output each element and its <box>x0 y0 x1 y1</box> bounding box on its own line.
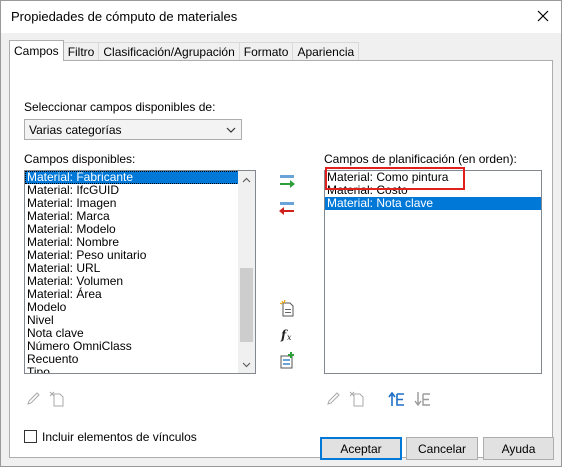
close-icon <box>537 10 549 22</box>
delete-parameter-icon <box>349 391 364 407</box>
dialog-body: Campos Filtro Clasificación/Agrupación F… <box>1 33 561 466</box>
chevron-down-icon <box>242 362 251 367</box>
tab-bar: Campos Filtro Clasificación/Agrupación F… <box>9 40 360 61</box>
move-down-icon <box>414 392 430 407</box>
list-item[interactable]: Recuento <box>25 353 255 366</box>
delete-scheduled-parameter-button[interactable] <box>347 389 367 409</box>
pencil-icon <box>27 392 40 405</box>
category-value: Varias categorías <box>29 123 122 137</box>
combine-parameters-icon <box>280 351 294 368</box>
remove-arrow-icon <box>279 202 294 215</box>
fields-panel: Seleccionar campos disponibles de: Varia… <box>9 60 553 458</box>
tab-filtro[interactable]: Filtro <box>62 42 100 61</box>
accept-button[interactable]: Aceptar <box>320 437 402 460</box>
scroll-thumb[interactable] <box>240 268 253 342</box>
move-up-button[interactable] <box>387 389 407 409</box>
combine-parameters-button[interactable] <box>277 350 297 370</box>
select-fields-label: Seleccionar campos disponibles de: <box>24 100 216 114</box>
chevron-up-icon <box>242 177 251 182</box>
include-links-label: Incluir elementos de vínculos <box>42 430 197 444</box>
delete-parameter-icon <box>49 391 64 407</box>
tab-clasificacion[interactable]: Clasificación/Agrupación <box>98 42 240 61</box>
chevron-down-icon <box>226 127 236 133</box>
vertical-scrollbar[interactable] <box>238 171 255 373</box>
scheduled-fields-list[interactable]: Material: Como pintura Material: Costo M… <box>324 170 542 374</box>
add-field-button[interactable] <box>277 171 297 191</box>
available-fields-label: Campos disponibles: <box>24 152 136 166</box>
edit-parameter-button[interactable] <box>23 389 43 409</box>
edit-scheduled-parameter-button[interactable] <box>323 389 343 409</box>
include-links-checkbox[interactable] <box>24 430 37 443</box>
dialog-title: Propiedades de cómputo de materiales <box>11 9 238 24</box>
list-item[interactable]: Tipo <box>25 366 255 374</box>
move-up-icon <box>388 391 404 406</box>
help-button[interactable]: Ayuda <box>483 437 554 460</box>
list-item[interactable]: Material: Nota clave <box>325 197 541 210</box>
cancel-button[interactable]: Cancelar <box>406 437 478 460</box>
tab-formato[interactable]: Formato <box>238 42 294 61</box>
new-parameter-button[interactable] <box>277 298 297 318</box>
calculated-value-button[interactable]: f x <box>277 324 297 344</box>
scroll-up-button[interactable] <box>238 171 255 188</box>
new-parameter-icon <box>279 299 294 316</box>
remove-field-button[interactable] <box>277 198 297 218</box>
dialog-window: Propiedades de cómputo de materiales Cam… <box>0 0 562 467</box>
title-bar: Propiedades de cómputo de materiales <box>1 1 561 33</box>
move-down-button[interactable] <box>413 389 433 409</box>
scheduled-fields-label: Campos de planificación (en orden): <box>324 152 517 166</box>
pencil-icon <box>327 392 340 405</box>
delete-parameter-button[interactable] <box>47 389 67 409</box>
add-arrow-icon <box>280 175 295 188</box>
list-item[interactable]: Modelo <box>25 301 255 314</box>
available-fields-list[interactable]: Material: Fabricante Material: IfcGUID M… <box>24 170 256 374</box>
scroll-down-button[interactable] <box>238 356 255 373</box>
svg-text:x: x <box>287 333 292 342</box>
category-dropdown[interactable]: Varias categorías <box>24 119 242 140</box>
tab-apariencia[interactable]: Apariencia <box>292 42 360 61</box>
tab-campos[interactable]: Campos <box>9 40 64 61</box>
close-button[interactable] <box>531 5 555 27</box>
function-icon: f x <box>280 328 292 342</box>
